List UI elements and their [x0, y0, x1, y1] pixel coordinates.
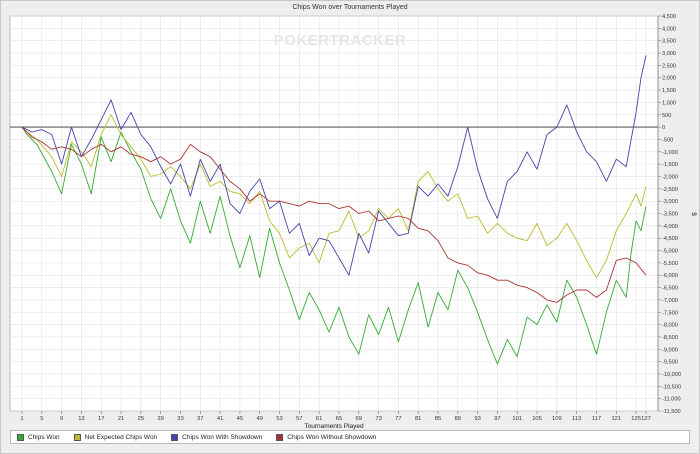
- x-tick-label: 81: [415, 416, 421, 422]
- x-tick-label: 85: [435, 416, 441, 422]
- x-tick-label: 77: [395, 416, 401, 422]
- chart-legend: Chips Won Net Expected Chips Won Chips Won…: [10, 430, 690, 444]
- x-tick-label: 117: [592, 416, 601, 422]
- y-tick-label: -6,000: [662, 273, 678, 279]
- x-tick-label: 49: [256, 416, 262, 422]
- y-tick-label: -5,500: [662, 261, 678, 267]
- legend-swatch: [276, 433, 284, 441]
- y-tick-label: -2,000: [662, 174, 678, 180]
- y-tick-label: -9,500: [662, 360, 678, 366]
- y-tick-label: -3,500: [662, 212, 678, 218]
- legend-item: Net Expected Chips Won: [73, 433, 158, 441]
- y-tick-label: -11,500: [662, 409, 681, 415]
- legend-swatch: [171, 433, 179, 441]
- y-tick-label: 1,000: [662, 100, 676, 106]
- x-axis: 1 5 9 13 17 21 25 29 33 37 41 45 49 53 57 61 65 69 73 77 81 8…: [20, 411, 651, 422]
- y-tick-label: 1,500: [662, 88, 676, 94]
- y-tick-label: -1,500: [662, 162, 678, 168]
- y-tick-label: -10,500: [662, 384, 681, 390]
- x-tick-label: 25: [138, 416, 144, 422]
- y-tick-label: -6,500: [662, 286, 678, 292]
- watermark: POKERTRACKER: [274, 32, 407, 49]
- y-tick-label: -9,000: [662, 347, 678, 353]
- y-tick-label: -3,000: [662, 199, 678, 205]
- x-tick-label: 53: [276, 416, 282, 422]
- x-tick-label: 21: [118, 416, 124, 422]
- legend-item: Chips Won: [17, 433, 60, 441]
- y-tick-label: -11,000: [662, 397, 681, 403]
- x-tick-label: 61: [316, 416, 322, 422]
- legend-item: Chips Won Without Showdown: [276, 433, 377, 441]
- x-tick-label: 89: [455, 416, 461, 422]
- y-tick-label: 3,500: [662, 39, 676, 45]
- y-tick-label: -7,000: [662, 298, 678, 304]
- legend-label: Chips Won: [28, 433, 60, 441]
- y-tick-label: -1,000: [662, 150, 678, 156]
- x-tick-label: 57: [296, 416, 302, 422]
- x-tick-label: 121: [611, 416, 621, 422]
- x-tick-label: 113: [572, 416, 581, 422]
- x-tick-label: 41: [217, 416, 223, 422]
- x-tick-label: 29: [157, 416, 163, 422]
- legend-swatch: [73, 433, 81, 441]
- y-tick-label: 500: [662, 113, 671, 119]
- y-tick-label: -7,500: [662, 310, 678, 316]
- x-tick-label: 73: [375, 416, 381, 422]
- y-tick-label: -4,500: [662, 236, 678, 242]
- y-tick-label: 0: [662, 125, 665, 131]
- x-tick-label: 37: [197, 416, 203, 422]
- x-tick-label: 105: [532, 416, 542, 422]
- x-tick-label: 1: [20, 416, 23, 422]
- x-tick-label: 17: [98, 416, 104, 422]
- x-tick-label: 101: [512, 416, 522, 422]
- y-tick-label: 4,500: [662, 14, 676, 20]
- y-tick-label: 4,000: [662, 26, 676, 32]
- line-chart: POKERTRACKER 1 5 9 13 17 21 25 29 33 37 41 45 49 53 57…: [9, 14, 697, 430]
- x-tick-label: 33: [177, 416, 183, 422]
- x-tick-label: 127: [641, 416, 651, 422]
- legend-label: Chips Won With Showdown: [182, 433, 263, 441]
- legend-swatch: [17, 433, 24, 441]
- x-tick-label: 13: [78, 416, 84, 422]
- y-tick-label: -4,000: [662, 224, 678, 230]
- y-tick-label: -2,500: [662, 187, 678, 193]
- y-tick-label: 2,500: [662, 63, 676, 69]
- y-tick-label: -5,000: [662, 249, 678, 255]
- y-tick-label: 3,000: [662, 51, 676, 57]
- y-tick-label: -10,000: [662, 372, 681, 378]
- y-tick-label: 2,000: [662, 76, 676, 82]
- y-tick-label: -500: [662, 137, 673, 143]
- legend-label: Net Expected Chips Won: [84, 433, 158, 441]
- x-tick-label: 109: [552, 416, 562, 422]
- y-axis-label: $: [690, 212, 697, 216]
- x-tick-label: 125: [631, 416, 641, 422]
- x-axis-label: Tournaments Played: [304, 423, 364, 430]
- y-tick-label: -8,500: [662, 335, 678, 341]
- x-tick-label: 97: [494, 416, 500, 422]
- y-tick-label: -8,000: [662, 323, 678, 329]
- x-tick-label: 69: [356, 416, 362, 422]
- legend-item: Chips Won With Showdown: [171, 433, 263, 441]
- x-tick-label: 65: [336, 416, 342, 422]
- x-tick-label: 45: [237, 416, 243, 422]
- legend-label: Chips Won Without Showdown: [287, 433, 377, 441]
- x-tick-label: 5: [40, 416, 43, 422]
- y-axis: 4,500 4,000 3,500 3,000 2,500 2,000 1,500 1,000…: [657, 14, 681, 415]
- x-tick-label: 9: [60, 416, 63, 422]
- x-tick-label: 93: [474, 416, 480, 422]
